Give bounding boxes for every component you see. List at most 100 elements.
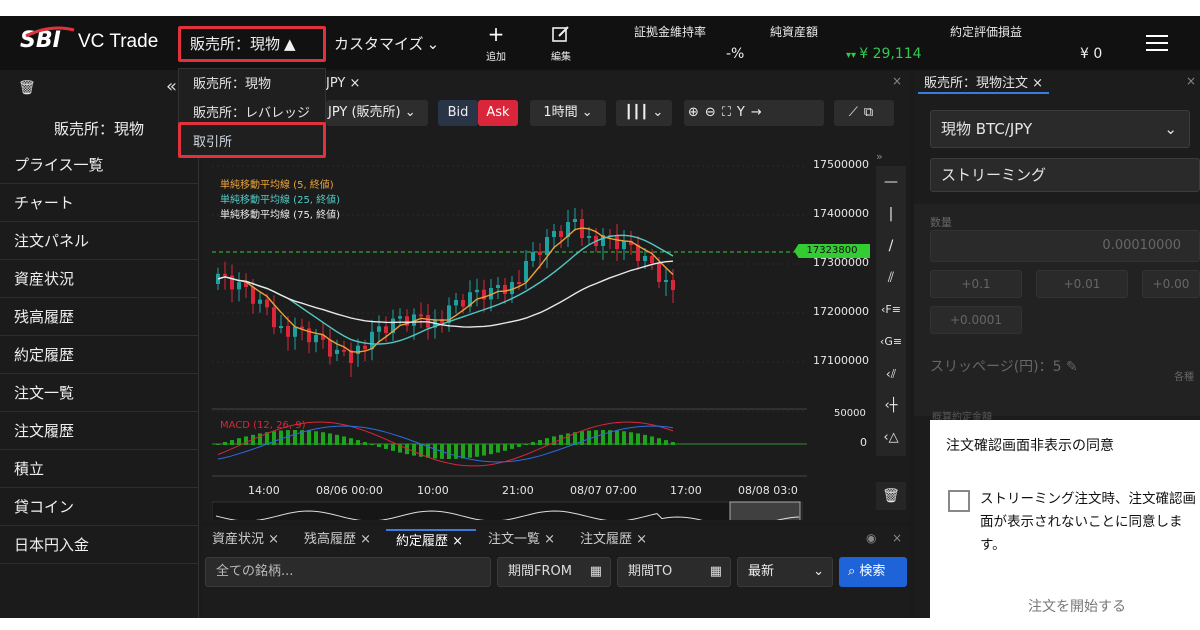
- macd-bar: [594, 430, 598, 445]
- interval-select[interactable]: 1時間 ⌄: [530, 100, 606, 126]
- delete-drawings-icon[interactable]: 🗑: [876, 482, 906, 510]
- macd-bar: [349, 438, 353, 445]
- zoom-out-icon[interactable]: ⊖: [705, 105, 722, 120]
- close-icon[interactable]: ×: [544, 532, 555, 547]
- expand-icon[interactable]: »: [876, 150, 883, 163]
- gann-icon[interactable]: ‹G≡: [876, 326, 906, 358]
- close-icon[interactable]: ×: [892, 74, 902, 88]
- macd-bar: [286, 430, 290, 445]
- menu-icon[interactable]: [1146, 34, 1168, 52]
- tab-order-history[interactable]: 注文履歴 ×: [570, 529, 660, 551]
- macd-label: MACD (12, 26, 9): [220, 420, 306, 431]
- sidebar-item-order-history[interactable]: 注文履歴: [0, 412, 199, 450]
- crosshair-icon[interactable]: ‹┼: [876, 390, 906, 422]
- dropdown-item-leverage[interactable]: 販売所：レバレッジ: [193, 102, 310, 121]
- dropdown-item-spot[interactable]: 販売所：現物: [193, 73, 271, 92]
- screenshot-icon[interactable]: ⧉: [864, 105, 879, 120]
- customize-button[interactable]: カスタマイズ ⌄: [334, 33, 439, 54]
- symbol-search-input[interactable]: 全ての銘柄...: [205, 557, 491, 587]
- close-icon[interactable]: ×: [892, 531, 902, 545]
- sidebar-item-assets[interactable]: 資産状況: [0, 260, 199, 298]
- tab-assets[interactable]: 資産状況 ×: [202, 529, 292, 551]
- start-order-button[interactable]: 注文を開始する: [1028, 596, 1126, 616]
- indicator-icon[interactable]: ⟋: [849, 105, 864, 120]
- search-button[interactable]: ⌕ 検索: [839, 557, 907, 587]
- consent-checkbox[interactable]: [948, 490, 970, 512]
- vertical-line-icon[interactable]: |: [876, 198, 906, 230]
- sbi-vc-trade-logo[interactable]: SBI VC Trade: [14, 26, 164, 60]
- sidebar-item-balance-history[interactable]: 残高履歴: [0, 298, 199, 336]
- ask-button[interactable]: Ask: [478, 100, 518, 126]
- sidebar: 🗑 « 販売所：現物 プライス一覧 チャート 注文パネル 資産状況 残高履歴 約…: [0, 70, 199, 618]
- step-button[interactable]: +0.0001: [930, 306, 1022, 334]
- candle-body: [398, 316, 402, 319]
- candle-body: [475, 289, 479, 293]
- tab-label: 注文一覧: [488, 532, 541, 547]
- date-from-field[interactable]: 期間FROM ▦: [497, 557, 611, 587]
- step-button[interactable]: +0.1: [930, 270, 1022, 298]
- date-to-field[interactable]: 期間TO ▦: [617, 557, 731, 587]
- sidebar-item-order-list[interactable]: 注文一覧: [0, 374, 199, 412]
- close-icon[interactable]: ×: [1186, 74, 1196, 88]
- pair-select[interactable]: 現物 BTC/JPY ⌄: [930, 110, 1190, 148]
- eye-icon[interactable]: ◉: [866, 531, 876, 545]
- bid-button[interactable]: Bid: [438, 100, 478, 126]
- horizontal-line-icon[interactable]: —: [876, 166, 906, 198]
- sidebar-item-execution-history[interactable]: 約定履歴: [0, 336, 199, 374]
- qty-input[interactable]: 0.00010000: [930, 230, 1200, 262]
- order-tab[interactable]: 販売所：現物注文 ×: [918, 74, 1050, 94]
- pair-select[interactable]: JPY (販売所) ⌄: [326, 100, 428, 126]
- order-mode-select[interactable]: ストリーミング: [930, 158, 1200, 192]
- fibonacci-icon[interactable]: ‹F≡: [876, 294, 906, 326]
- close-icon[interactable]: ×: [268, 532, 279, 547]
- sidebar-item-chart[interactable]: チャート: [0, 184, 199, 222]
- sidebar-item-jpy-deposit[interactable]: 日本円入金: [0, 526, 199, 564]
- edit-icon[interactable]: ✎: [1066, 359, 1078, 375]
- slippage-row[interactable]: スリッページ(円)：5 ✎: [930, 356, 1078, 376]
- tab-balance-history[interactable]: 残高履歴 ×: [294, 529, 384, 551]
- close-icon[interactable]: ×: [1032, 76, 1043, 91]
- candle-body: [419, 314, 423, 317]
- time-tick: 17:00: [670, 484, 702, 497]
- sidebar-item-order-panel[interactable]: 注文パネル: [0, 222, 199, 260]
- chevron-down-icon: ⌄: [652, 105, 664, 120]
- candle-body: [517, 282, 521, 284]
- market-select-button[interactable]: 販売所：現物 ▲: [190, 33, 296, 54]
- close-icon[interactable]: ×: [636, 532, 647, 547]
- logo-vc-trade: VC Trade: [78, 31, 159, 52]
- trend-line-icon[interactable]: /: [876, 230, 906, 262]
- step-button[interactable]: +0.01: [1036, 270, 1128, 298]
- macd-bar: [531, 441, 535, 445]
- add-button[interactable]: + 追加: [484, 24, 508, 63]
- close-icon[interactable]: ×: [452, 534, 463, 549]
- sort-select[interactable]: 最新 ⌄: [737, 557, 833, 587]
- candle-body: [279, 326, 283, 328]
- sidebar-item-price-list[interactable]: プライス一覧: [0, 146, 199, 184]
- chart-tab[interactable]: JPY ×: [326, 74, 376, 94]
- channel-icon[interactable]: ⫽: [876, 262, 906, 294]
- scroll-end-icon[interactable]: →: [751, 105, 768, 120]
- sidebar-item-lending[interactable]: 貸コイン: [0, 488, 199, 526]
- y-scale-icon[interactable]: Y: [737, 105, 751, 120]
- close-icon[interactable]: ×: [349, 76, 360, 91]
- chart-type-select[interactable]: ┃┃┃ ⌄: [616, 100, 672, 126]
- fan-icon[interactable]: ‹⫽: [876, 358, 906, 390]
- fit-icon[interactable]: ⛶: [722, 105, 737, 120]
- close-icon[interactable]: ×: [360, 532, 371, 547]
- zoom-in-icon[interactable]: ⊕: [688, 105, 705, 120]
- step-button[interactable]: +0.00: [1142, 270, 1200, 298]
- trash-icon[interactable]: 🗑: [18, 80, 36, 96]
- candle-body: [335, 349, 339, 354]
- macd-bar: [601, 430, 605, 445]
- shape-icon[interactable]: ‹△: [876, 422, 906, 454]
- sidebar-item-accumulation[interactable]: 積立: [0, 450, 199, 488]
- sidebar-title: 販売所：現物: [54, 120, 145, 138]
- pl-label: 約定評価損益: [950, 25, 1023, 39]
- edit-button[interactable]: 編集: [548, 24, 574, 63]
- tab-execution-history[interactable]: 約定履歴 ×: [386, 529, 476, 551]
- tab-order-list[interactable]: 注文一覧 ×: [478, 529, 568, 551]
- collapse-icon[interactable]: «: [166, 76, 177, 97]
- indicator-tools[interactable]: ⟋⧉: [834, 100, 894, 126]
- zoom-tools[interactable]: ⊕⊖⛶Y→: [684, 100, 824, 126]
- tab-label: 注文履歴: [580, 532, 633, 547]
